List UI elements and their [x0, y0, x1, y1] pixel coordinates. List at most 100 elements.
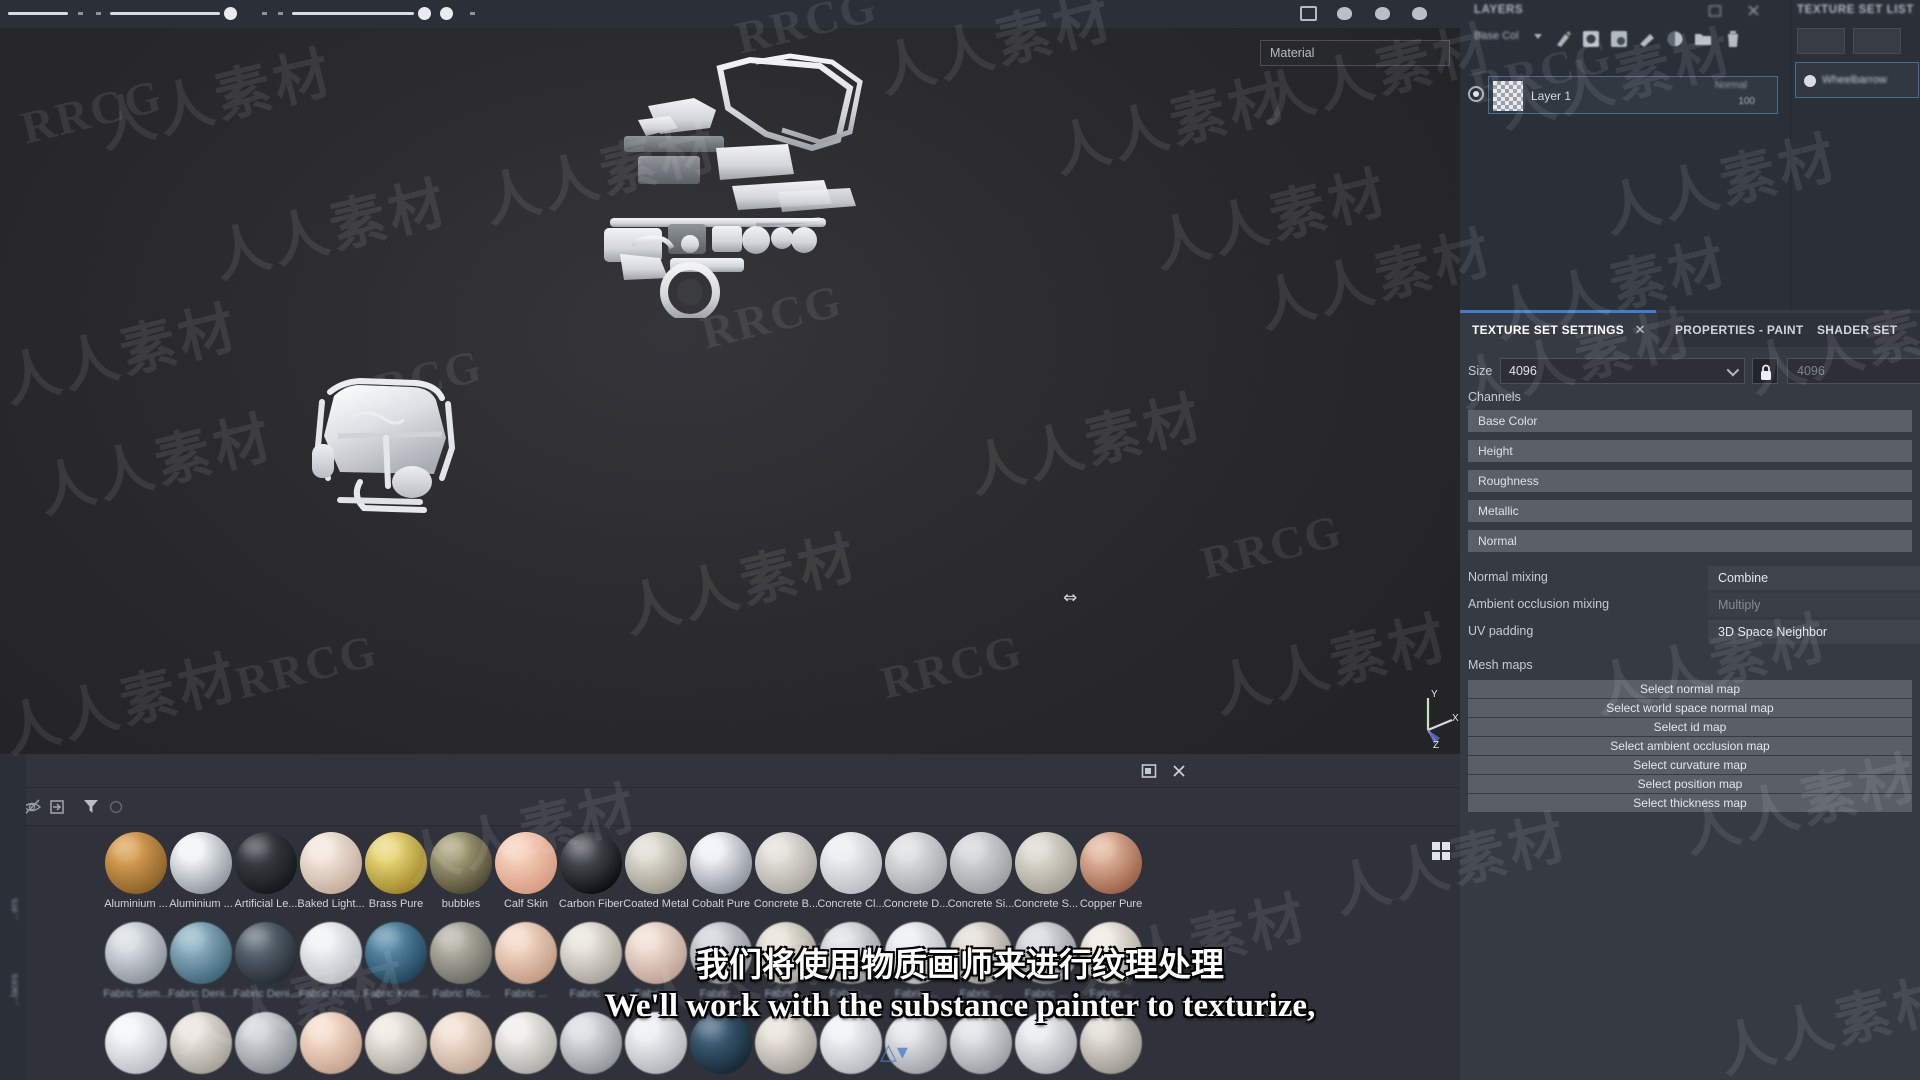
mixing-value-select[interactable]: 3D Space Neighbor	[1708, 620, 1920, 644]
material-thumbnail[interactable]	[625, 1012, 687, 1074]
material-thumbnail[interactable]	[105, 1012, 167, 1074]
material-thumbnail[interactable]	[170, 832, 232, 894]
material-thumbnail[interactable]	[105, 922, 167, 984]
material-thumbnail[interactable]	[300, 1012, 362, 1074]
texture-set-thumb-1[interactable]	[1853, 28, 1901, 54]
size-select[interactable]: 4096	[1500, 358, 1745, 384]
tab-texture-set-settings[interactable]: TEXTURE SET SETTINGS ✕	[1460, 313, 1658, 347]
material-thumbnail[interactable]	[690, 922, 752, 984]
left-edge-tab-1[interactable]: ...laces	[10, 962, 21, 1018]
layers-blend-selector[interactable]: Base Col	[1474, 30, 1536, 48]
material-thumbnail[interactable]	[755, 1012, 817, 1074]
material-thumbnail[interactable]	[625, 832, 687, 894]
circle-icon[interactable]	[107, 798, 127, 818]
grid-view-icon[interactable]	[1430, 840, 1452, 862]
material-thumbnail[interactable]	[560, 922, 622, 984]
view-mode-icon[interactable]	[1300, 6, 1317, 21]
texture-set-item[interactable]: Wheelbarrow	[1795, 62, 1919, 98]
import-icon[interactable]	[47, 797, 67, 817]
layer-row[interactable]: Layer 1 Normal 100	[1488, 76, 1778, 114]
layer-blend-mode[interactable]: Normal	[1715, 80, 1747, 91]
material-thumbnail[interactable]	[170, 1012, 232, 1074]
material-thumbnail[interactable]	[690, 1012, 752, 1074]
add-paint-layer-icon[interactable]	[1608, 28, 1630, 50]
channel-row[interactable]: Base Color	[1468, 410, 1912, 432]
left-edge-tab-0[interactable]: ...ers	[10, 882, 21, 938]
material-thumbnail[interactable]	[1015, 1012, 1077, 1074]
material-thumbnail[interactable]	[170, 922, 232, 984]
material-thumbnail[interactable]	[885, 922, 947, 984]
add-effect-icon[interactable]	[1552, 28, 1574, 50]
material-thumbnail[interactable]	[495, 1012, 557, 1074]
tab-properties-paint[interactable]: PROPERTIES - PAINT	[1663, 313, 1816, 347]
size-lock-button[interactable]	[1752, 358, 1778, 384]
material-thumbnail[interactable]	[820, 1012, 882, 1074]
material-thumbnail[interactable]	[430, 922, 492, 984]
mixing-value-select[interactable]: Multiply	[1708, 593, 1920, 617]
material-thumbnail[interactable]	[365, 922, 427, 984]
material-thumbnail[interactable]	[820, 922, 882, 984]
shader-sphere-icon[interactable]	[1375, 7, 1390, 20]
material-thumbnail[interactable]	[1080, 832, 1142, 894]
size-value-secondary[interactable]: 4096	[1787, 358, 1920, 384]
layer-visibility-toggle[interactable]	[1468, 86, 1484, 102]
toolbar-slider-2-knob[interactable]	[418, 7, 431, 20]
material-thumbnail[interactable]	[430, 1012, 492, 1074]
add-fill-layer-icon[interactable]	[1580, 28, 1602, 50]
material-thumbnail[interactable]	[235, 1012, 297, 1074]
axis-gizmo[interactable]: Y X Z	[1414, 688, 1460, 750]
material-thumbnail[interactable]	[300, 922, 362, 984]
toolbar-slider-0[interactable]	[8, 12, 68, 15]
material-thumbnail[interactable]	[430, 832, 492, 894]
channel-row[interactable]: Metallic	[1468, 500, 1912, 522]
material-thumbnail[interactable]	[1080, 1012, 1142, 1074]
mesh-map-button[interactable]: Select position map	[1468, 775, 1912, 793]
material-thumbnail[interactable]	[885, 832, 947, 894]
material-thumbnail[interactable]	[1015, 922, 1077, 984]
material-thumbnail[interactable]	[820, 832, 882, 894]
add-folder-icon[interactable]	[1692, 28, 1714, 50]
mesh-map-button[interactable]: Select world space normal map	[1468, 699, 1912, 717]
material-thumbnail[interactable]	[105, 832, 167, 894]
material-thumbnail[interactable]	[950, 1012, 1012, 1074]
3d-viewport[interactable]: Material ⇔ Y X Z	[0, 28, 1460, 754]
material-item[interactable]	[1071, 1012, 1151, 1074]
texture-set-thumb-0[interactable]	[1797, 28, 1845, 54]
channel-row[interactable]: Normal	[1468, 530, 1912, 552]
layer-thumbnail[interactable]	[1493, 81, 1523, 111]
viewport-material-dropdown[interactable]: Material	[1260, 40, 1450, 66]
material-thumbnail[interactable]	[365, 832, 427, 894]
material-thumbnail[interactable]	[950, 922, 1012, 984]
layers-close-panel-icon[interactable]	[1746, 3, 1761, 18]
toolbar-slider-3-knob[interactable]	[440, 7, 453, 20]
toolbar-slider-1[interactable]	[110, 12, 220, 15]
material-thumbnail[interactable]	[625, 922, 687, 984]
mesh-map-button[interactable]: Select thickness map	[1468, 794, 1912, 812]
material-thumbnail[interactable]	[1015, 832, 1077, 894]
add-generator-icon[interactable]	[1636, 28, 1658, 50]
material-thumbnail[interactable]	[235, 832, 297, 894]
material-thumbnail[interactable]	[755, 832, 817, 894]
lighting-sphere-icon[interactable]	[1412, 7, 1427, 20]
material-sphere-icon[interactable]	[1337, 7, 1352, 20]
material-thumbnail[interactable]	[950, 832, 1012, 894]
material-thumbnail[interactable]	[300, 832, 362, 894]
layers-float-window-icon[interactable]	[1708, 4, 1722, 18]
toolbar-slider-2[interactable]	[292, 12, 414, 15]
toolbar-slider-1-knob[interactable]	[224, 7, 237, 20]
mesh-map-button[interactable]: Select curvature map	[1468, 756, 1912, 774]
material-thumbnail[interactable]	[560, 832, 622, 894]
tab-close-icon[interactable]: ✕	[1635, 322, 1646, 337]
tab-shader-set[interactable]: SHADER SET	[1805, 313, 1909, 347]
material-thumbnail[interactable]	[560, 1012, 622, 1074]
layer-opacity[interactable]: 100	[1738, 96, 1755, 107]
material-thumbnail[interactable]	[1080, 922, 1142, 984]
mesh-map-button[interactable]: Select id map	[1468, 718, 1912, 736]
material-item[interactable]: Fabric ...	[1071, 922, 1151, 1000]
material-thumbnail[interactable]	[235, 922, 297, 984]
chevron-down-icon[interactable]	[1534, 34, 1542, 39]
mixing-value-select[interactable]: Combine	[1708, 566, 1920, 590]
filter-icon[interactable]	[81, 796, 101, 816]
material-thumbnail[interactable]	[365, 1012, 427, 1074]
material-thumbnail[interactable]	[690, 832, 752, 894]
